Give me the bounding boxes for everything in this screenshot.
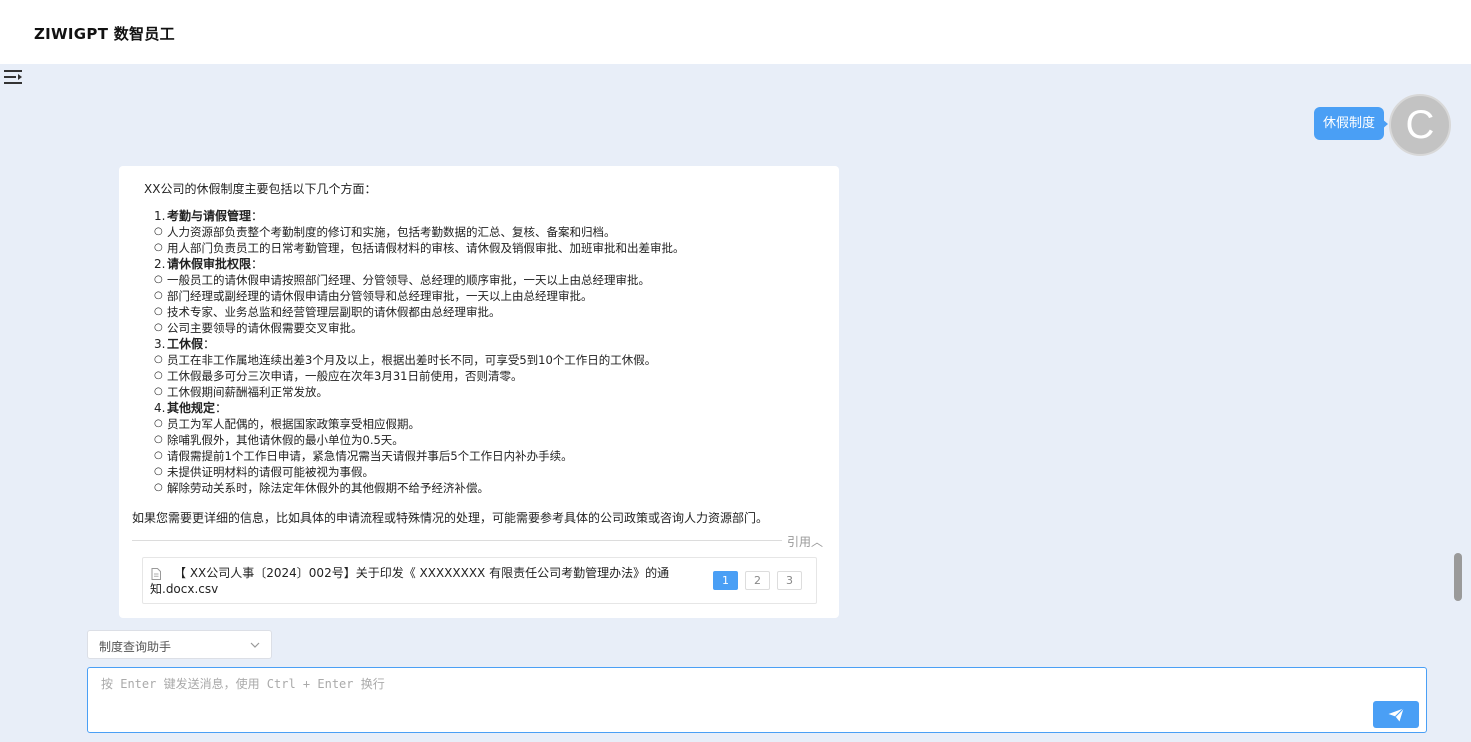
citation-page-1[interactable]: 1 — [713, 571, 738, 590]
list-item: ○ 工休假期间薪酬福利正常发放。 — [154, 385, 328, 399]
list-item: ○ 员工在非工作属地连续出差3个月及以上，根据出差时长不同，可享受5到10个工作日… — [154, 353, 657, 367]
menu-collapse-icon[interactable] — [3, 68, 23, 86]
agent-select[interactable]: 制度查询助手 — [87, 630, 272, 659]
section-title: 1. 考勤与请假管理： — [154, 209, 264, 223]
section-title: 3. 工休假： — [154, 337, 216, 351]
assistant-answer-list: 1. 考勤与请假管理： ○ 人力资源部负责整个考勤制度的修订和实施，包括考勤数据的汇… — [154, 208, 824, 496]
citation-source-link[interactable]: 【 XX公司人事〔2024〕002号】关于印发《 XXXXXXXX 有限责任公司… — [150, 565, 710, 597]
user-message-bubble: 休假制度 — [1314, 107, 1385, 140]
list-item: ○ 一般员工的请休假申请按照部门经理、分管领导、总经理的顺序审批，一天以上由总经理… — [154, 273, 650, 287]
list-item: ○ 技术专家、业务总监和经营管理层副职的请休假都由总经理审批。 — [154, 305, 501, 319]
list-item: ○ 公司主要领导的请休假需要交叉审批。 — [154, 321, 363, 335]
message-input[interactable] — [89, 669, 1369, 729]
chat-scrollbar-thumb[interactable] — [1454, 553, 1462, 601]
paper-plane-icon — [1388, 707, 1404, 721]
citation-divider — [132, 540, 782, 541]
section-title: 2. 请休假审批权限： — [154, 257, 264, 271]
user-avatar: C — [1389, 94, 1451, 156]
list-item: ○ 人力资源部负责整个考勤制度的修订和实施，包括考勤数据的汇总、复核、备案和归档。 — [154, 225, 616, 239]
list-item: ○ 解除劳动关系时，除法定年休假外的其他假期不给予经济补偿。 — [154, 481, 489, 495]
list-item: ○ 工休假最多可分三次申请，一般应在次年3月31日前使用，否则清零。 — [154, 369, 523, 383]
chat-scrollbar-track[interactable] — [1453, 74, 1463, 616]
list-item: ○ 未提供证明材料的请假可能被视为事假。 — [154, 465, 374, 479]
section-title: 4. 其他规定： — [154, 401, 228, 415]
chevron-down-icon — [250, 642, 260, 648]
message-composer — [87, 667, 1427, 733]
citation-box: 【 XX公司人事〔2024〕002号】关于印发《 XXXXXXXX 有限责任公司… — [142, 557, 817, 604]
assistant-footer-text: 如果您需要更详细的信息，比如具体的申请流程或特殊情况的处理，可能需要参考具体的公… — [132, 511, 769, 525]
assistant-message-card: XX公司的休假制度主要包括以下几个方面： 1. 考勤与请假管理： ○ 人力资源部负责… — [119, 166, 839, 618]
user-bubble-tail — [1381, 118, 1388, 130]
list-item: ○ 请假需提前1个工作日申请，紧急情况需当天请假并事后5个工作日内补办手续。 — [154, 449, 573, 463]
send-button[interactable] — [1373, 701, 1419, 728]
list-item: ○ 除哺乳假外，其他请休假的最小单位为0.5天。 — [154, 433, 404, 447]
list-item: ○ 部门经理或副经理的请休假申请由分管领导和总经理审批，一天以上由总经理审批。 — [154, 289, 593, 303]
citation-toggle[interactable]: 引用︿ — [787, 533, 823, 550]
top-bar: ZIWIGPT 数智员工 — [0, 0, 1471, 64]
assistant-intro: XX公司的休假制度主要包括以下几个方面： — [144, 182, 377, 196]
brand-title: ZIWIGPT 数智员工 — [34, 25, 175, 43]
citation-page-2[interactable]: 2 — [745, 571, 770, 590]
list-item: ○ 用人部门负责员工的日常考勤管理，包括请假材料的审核、请休假及销假审批、加班审批… — [154, 241, 685, 255]
agent-select-value: 制度查询助手 — [99, 640, 172, 654]
citation-page-3[interactable]: 3 — [777, 571, 802, 590]
list-item: ○ 员工为军人配偶的，根据国家政策享受相应假期。 — [154, 417, 420, 431]
